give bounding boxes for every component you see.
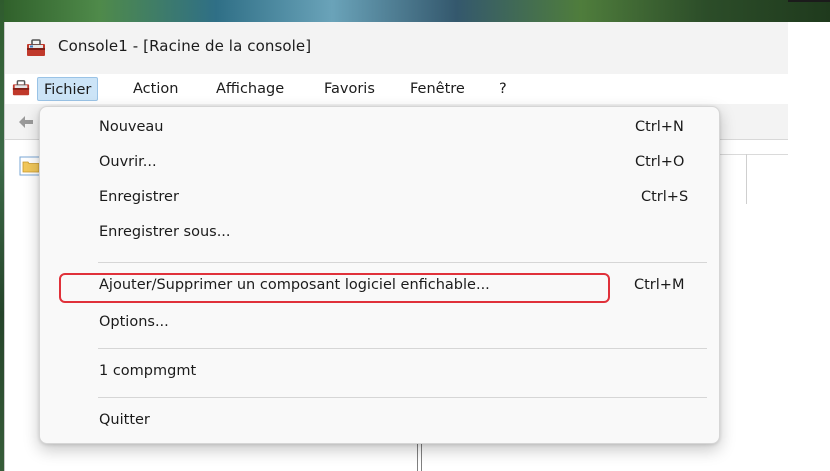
menu-item-enregistrer-sous[interactable]: Enregistrer sous... bbox=[40, 217, 719, 251]
menu-item-enregistrer[interactable]: Enregistrer Ctrl+S bbox=[40, 182, 719, 216]
menu-item-recent-compmgmt[interactable]: 1 compmgmt bbox=[40, 356, 719, 390]
title-bar: Console1 - [Racine de la console] bbox=[5, 22, 788, 74]
menu-item-label: Nouveau bbox=[99, 119, 164, 135]
menu-item-shortcut: Ctrl+N bbox=[635, 119, 684, 135]
menu-item-label: Enregistrer sous... bbox=[99, 224, 231, 240]
menu-action[interactable]: Action bbox=[127, 77, 184, 101]
menu-item-label: Ajouter/Supprimer un composant logiciel … bbox=[99, 277, 490, 293]
mmc-toolbox-icon bbox=[27, 39, 45, 56]
column-divider bbox=[746, 154, 747, 204]
menu-bar: Fichier Action Affichage Favoris Fenêtre… bbox=[5, 74, 788, 104]
desktop-edge-line bbox=[788, 0, 830, 2]
mmc-toolbox-icon[interactable] bbox=[12, 79, 30, 97]
menu-item-label: Ouvrir... bbox=[99, 154, 157, 170]
window-title: Console1 - [Racine de la console] bbox=[58, 37, 312, 55]
menu-item-nouveau[interactable]: Nouveau Ctrl+N bbox=[40, 112, 719, 146]
fichier-dropdown-menu: Nouveau Ctrl+N Ouvrir... Ctrl+O Enregist… bbox=[39, 106, 720, 444]
menu-fichier[interactable]: Fichier bbox=[37, 77, 99, 101]
menu-affichage[interactable]: Affichage bbox=[210, 77, 290, 101]
menu-item-quitter[interactable]: Quitter bbox=[40, 405, 719, 439]
menu-item-options[interactable]: Options... bbox=[40, 307, 719, 341]
menu-separator bbox=[98, 397, 707, 398]
menu-item-shortcut: Ctrl+S bbox=[641, 189, 689, 205]
menu-item-shortcut: Ctrl+M bbox=[634, 277, 685, 293]
menu-help[interactable]: ? bbox=[493, 77, 513, 101]
menu-separator bbox=[98, 262, 707, 263]
menu-separator bbox=[98, 348, 707, 349]
menu-favoris[interactable]: Favoris bbox=[318, 77, 381, 101]
menu-item-label: Options... bbox=[99, 314, 169, 330]
menu-item-ajouter-supprimer-composant[interactable]: Ajouter/Supprimer un composant logiciel … bbox=[40, 270, 719, 304]
menu-item-label: 1 compmgmt bbox=[99, 363, 197, 379]
menu-item-label: Enregistrer bbox=[99, 189, 179, 205]
menu-item-label: Quitter bbox=[99, 412, 150, 428]
screen: Console1 - [Racine de la console] Fichie… bbox=[0, 0, 830, 471]
menu-item-shortcut: Ctrl+O bbox=[635, 154, 685, 170]
desktop-wallpaper bbox=[0, 0, 830, 22]
menu-fenetre[interactable]: Fenêtre bbox=[404, 77, 471, 101]
menu-item-ouvrir[interactable]: Ouvrir... Ctrl+O bbox=[40, 147, 719, 181]
back-arrow-icon[interactable] bbox=[17, 114, 35, 130]
